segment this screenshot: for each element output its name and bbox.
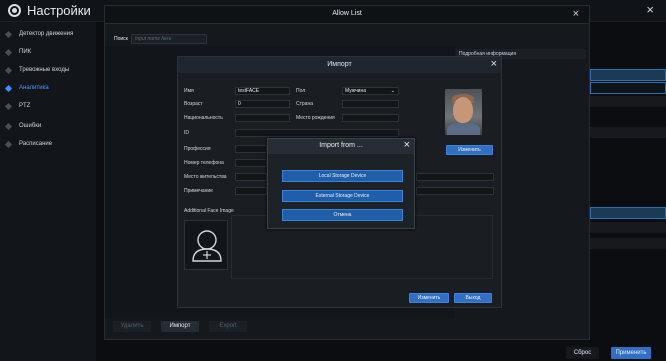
sidebar-item-label: Ошибки — [19, 123, 42, 129]
birthplace-label: Место рождения — [296, 115, 335, 121]
sidebar-item-alarm-inputs[interactable]: Тревожные входы — [0, 61, 96, 79]
chevron-down-icon: ⌄ — [390, 88, 395, 94]
sidebar-item-ptz[interactable]: PTZ — [0, 97, 96, 115]
birthplace-field[interactable] — [342, 114, 399, 122]
sidebar-item-schedule[interactable]: Расписание — [0, 135, 96, 153]
import-from-dialog: Import from ... × Local Storage Device E… — [267, 138, 415, 229]
phone-field[interactable] — [235, 159, 267, 167]
phone-label: Номер телефона — [184, 160, 224, 166]
diamond-icon — [4, 102, 13, 110]
name-label: Имя — [184, 88, 194, 94]
import-from-title: Import from ... — [319, 142, 363, 149]
allow-list-footer: Удалить Импорт Export — [113, 321, 263, 333]
profession-label: Профессия — [184, 146, 211, 152]
note-field-left[interactable] — [235, 187, 267, 195]
face-photo — [445, 89, 482, 135]
external-storage-button[interactable]: External Storage Device — [282, 190, 403, 202]
sidebar-item-motion[interactable]: Детектор движения — [0, 25, 96, 43]
screen-root: Настройки × Детектор движения ПИК Тревож… — [0, 0, 666, 361]
sidebar-item-label: Аналитика — [19, 85, 49, 91]
country-label: Страна — [296, 101, 314, 107]
sidebar-item-label: Детектор движения — [19, 31, 74, 37]
export-button[interactable]: Export — [209, 321, 247, 332]
search-label: Поиск — [114, 36, 128, 42]
id-label: ID — [184, 130, 189, 136]
sidebar-item-errors[interactable]: Ошибки — [0, 117, 96, 135]
diamond-icon — [4, 84, 13, 92]
allow-list-header: Allow List × — [105, 6, 589, 24]
photo-shirt — [447, 123, 480, 135]
gender-select[interactable]: Мужчина ⌄ — [342, 87, 399, 95]
modify-button[interactable]: Изменить — [409, 293, 449, 303]
add-face-image-button[interactable] — [184, 220, 228, 270]
import-from-header: Import from ... × — [268, 139, 414, 154]
sidebar-item-analytics[interactable]: Аналитика — [0, 79, 96, 97]
right-panel-row — [590, 96, 666, 107]
profession-field[interactable] — [235, 145, 267, 153]
note-label: Примечание — [184, 188, 213, 194]
local-storage-button[interactable]: Local Storage Device — [282, 170, 403, 182]
import-close-icon[interactable]: × — [491, 58, 497, 70]
country-field[interactable] — [342, 100, 399, 108]
nationality-label: Национальность — [184, 115, 223, 121]
gender-value: Мужчина — [345, 88, 367, 94]
import-dialog-title: Импорт — [327, 61, 352, 68]
diamond-icon — [4, 30, 13, 38]
right-panel-row — [590, 238, 666, 249]
additional-face-label: Additional Face Image — [184, 208, 234, 214]
right-panel-row — [590, 127, 666, 138]
diamond-icon — [4, 66, 13, 74]
settings-title: Настройки — [27, 3, 91, 18]
nationality-field[interactable] — [235, 114, 290, 122]
sidebar-item-label: Тревожные входы — [19, 67, 70, 73]
right-panel-selected-row[interactable] — [590, 82, 666, 94]
diamond-icon — [4, 48, 13, 56]
residence-field-left[interactable] — [235, 173, 267, 181]
photo-face — [453, 97, 473, 123]
sidebar-item-label: PTZ — [19, 103, 31, 109]
diamond-icon — [4, 122, 13, 130]
change-photo-button[interactable]: Изменить — [446, 145, 493, 155]
id-field[interactable] — [235, 129, 399, 137]
add-person-icon — [192, 230, 222, 262]
allow-list-title: Allow List — [332, 10, 362, 17]
residence-field-right[interactable] — [416, 173, 494, 181]
exit-button[interactable]: Выход — [454, 293, 492, 303]
sidebar-item-pik[interactable]: ПИК — [0, 43, 96, 61]
residence-label: Место жительства — [184, 174, 227, 180]
sidebar-item-label: Расписание — [19, 141, 53, 147]
settings-close-icon[interactable]: × — [646, 2, 654, 17]
import-button[interactable]: Импорт — [161, 321, 199, 332]
sidebar-item-label: ПИК — [19, 49, 32, 55]
diamond-icon — [4, 140, 13, 148]
right-panel-row — [590, 222, 666, 233]
settings-sidebar: Детектор движения ПИК Тревожные входы Ан… — [0, 22, 96, 361]
settings-gear-icon — [8, 4, 21, 17]
import-from-close-icon[interactable]: × — [404, 139, 410, 151]
gender-label: Пол — [296, 88, 306, 94]
allow-list-close-icon[interactable]: × — [573, 8, 579, 20]
note-field-right[interactable] — [416, 187, 494, 195]
apply-button[interactable]: Применить — [611, 347, 651, 359]
age-field[interactable]: 0 — [235, 100, 290, 108]
name-field[interactable]: testFACE — [235, 87, 290, 95]
right-panel-header-2 — [590, 207, 666, 219]
right-panel-header — [590, 69, 666, 81]
delete-button[interactable]: Удалить — [113, 321, 151, 332]
search-input[interactable]: Input name here — [131, 34, 207, 44]
cancel-button[interactable]: Отмена — [282, 209, 403, 221]
age-label: Возраст — [184, 101, 203, 107]
import-dialog-header: Импорт × — [178, 57, 501, 73]
reset-button[interactable]: Сброс — [566, 347, 599, 359]
